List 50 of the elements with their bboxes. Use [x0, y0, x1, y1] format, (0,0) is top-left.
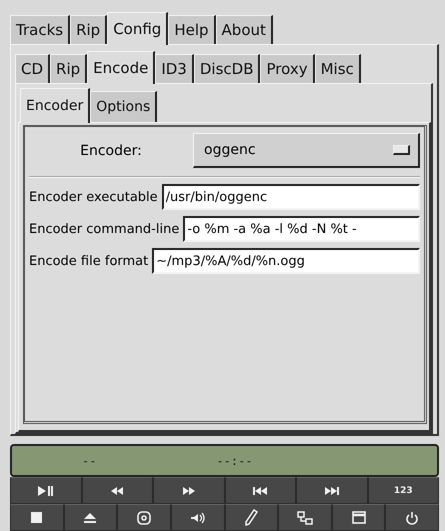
fast-forward-icon: [180, 484, 197, 496]
disc-button[interactable]: [117, 504, 171, 531]
text-field[interactable]: ~/mp3/%A/%d/%n.ogg: [152, 248, 420, 274]
tab[interactable]: Tracks: [10, 15, 70, 44]
eject-icon: [83, 512, 98, 524]
volume-button[interactable]: [170, 504, 224, 531]
text-field[interactable]: -o %m -a %a -l %d -N %t -: [183, 216, 420, 242]
field-label: Encode file format: [29, 254, 148, 268]
pencil-button[interactable]: [224, 504, 278, 531]
skip-back-icon: [252, 484, 268, 496]
tab[interactable]: DiscDB: [194, 54, 260, 83]
rewind-button[interactable]: [82, 477, 153, 504]
tab[interactable]: ID3: [155, 54, 194, 83]
speaker-icon: [190, 512, 206, 524]
tab[interactable]: About: [216, 15, 273, 44]
tab[interactable]: Encode: [87, 51, 156, 84]
text-field[interactable]: /usr/bin/oggenc: [162, 184, 420, 210]
stop-button[interactable]: [10, 504, 64, 531]
pencil-icon: [244, 509, 259, 526]
power-button[interactable]: [385, 504, 439, 531]
window-button[interactable]: [332, 504, 386, 531]
tab[interactable]: Misc: [314, 54, 361, 83]
stop-icon: [30, 511, 44, 524]
play-pause-button[interactable]: [10, 477, 82, 504]
counter-button[interactable]: 123: [368, 477, 439, 504]
rewind-icon: [109, 484, 126, 496]
tab[interactable]: Encoder: [20, 88, 90, 123]
encoder-label: Encoder:: [79, 142, 143, 158]
encoder-dropdown[interactable]: oggenc: [193, 133, 420, 168]
power-icon: [405, 510, 420, 524]
network-button[interactable]: [278, 504, 332, 531]
forward-button[interactable]: [153, 477, 224, 504]
tab[interactable]: Proxy: [260, 54, 315, 83]
tab[interactable]: Rip: [70, 15, 108, 44]
tab[interactable]: CD: [15, 54, 50, 83]
eject-button[interactable]: [64, 504, 118, 531]
previous-button[interactable]: [224, 477, 296, 504]
tab[interactable]: Help: [168, 15, 216, 44]
next-button[interactable]: [296, 477, 368, 504]
track-number: --: [82, 454, 96, 468]
window-icon: [352, 511, 366, 524]
field-label: Encoder command-line: [29, 222, 180, 236]
time-readout: --:--: [216, 454, 253, 468]
tab[interactable]: Config: [107, 12, 168, 45]
field-label: Encoder executable: [29, 190, 158, 204]
tab[interactable]: Rip: [50, 54, 88, 83]
network-icon: [296, 510, 313, 524]
skip-forward-icon: [324, 484, 340, 496]
play-pause-icon: [37, 484, 54, 496]
tab[interactable]: Options: [90, 91, 158, 122]
